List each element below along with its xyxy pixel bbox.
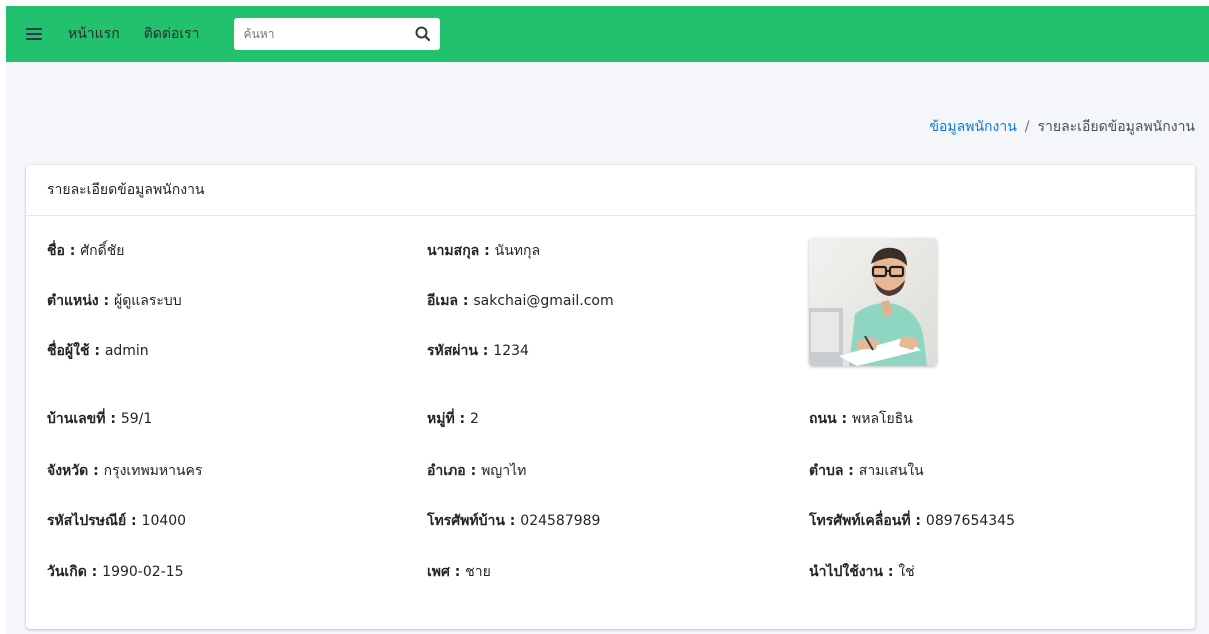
field-active: นำไปใช้งาน : ใช่	[809, 561, 915, 583]
field-value: 1234	[493, 343, 529, 359]
employee-detail-card: รายละเอียดข้อมูลพนักงาน ชื่อ : ศักดิ์ชัย…	[26, 165, 1195, 629]
field-label: นามสกุล	[427, 243, 480, 259]
field-label: รหัสผ่าน	[427, 343, 478, 359]
field-label: โทรศัพท์บ้าน	[427, 513, 505, 529]
field-colon: :	[88, 463, 104, 479]
top-navbar: หน้าแรก ติดต่อเรา	[6, 6, 1209, 62]
field-value: admin	[104, 343, 149, 359]
field-birthdate: วันเกิด : 1990-02-15	[47, 561, 184, 583]
field-value: ศักดิ์ชัย	[80, 243, 125, 259]
field-colon: :	[882, 564, 899, 580]
field-colon: :	[479, 243, 495, 259]
field-subdistrict: ตำบล : สามเสนใน	[809, 460, 924, 482]
field-label: หมู่ที่	[427, 411, 455, 427]
field-label: ถนน	[809, 411, 837, 427]
field-colon: :	[64, 243, 81, 259]
field-label: อีเมล	[427, 293, 459, 309]
field-home-phone: โทรศัพท์บ้าน : 024587989	[427, 510, 600, 532]
field-username: ชื่อผู้ใช้ : admin	[47, 340, 149, 362]
page-background: หน้าแรก ติดต่อเรา ข้อมูลพนักงาน / รายละเ…	[6, 6, 1209, 634]
field-label: ชื่อ	[47, 243, 65, 259]
field-value: ผู้ดูแลระบบ	[113, 293, 182, 309]
field-email: อีเมล : sakchai@gmail.com	[427, 290, 614, 312]
field-colon: :	[98, 293, 114, 309]
breadcrumb-separator: /	[1024, 119, 1030, 135]
field-moo: หมู่ที่ : 2	[427, 408, 479, 430]
field-colon: :	[89, 343, 105, 359]
card-title: รายละเอียดข้อมูลพนักงาน	[26, 165, 1195, 216]
field-position: ตำแหน่ง : ผู้ดูแลระบบ	[47, 290, 182, 312]
field-colon: :	[126, 513, 142, 529]
field-colon: :	[449, 564, 466, 580]
field-district: อำเภอ : พญาไท	[427, 460, 526, 482]
field-label: นำไปใช้งาน	[809, 564, 883, 580]
field-value: 0897654345	[925, 513, 1015, 529]
search-icon[interactable]	[414, 25, 432, 43]
field-label: วันเกิด	[47, 564, 87, 580]
field-colon: :	[477, 343, 494, 359]
field-value: 2	[470, 411, 479, 427]
field-province: จังหวัด : กรุงเทพมหานคร	[47, 460, 202, 482]
field-label: เพศ	[427, 564, 450, 580]
search-box	[233, 18, 440, 50]
field-value: นันทกุล	[494, 243, 541, 259]
field-road: ถนน : พหลโยธิน	[809, 408, 913, 430]
field-label: จังหวัด	[47, 463, 89, 479]
field-value: ชาย	[465, 564, 491, 580]
field-colon: :	[465, 463, 482, 479]
field-mobile: โทรศัพท์เคลื่อนที่ : 0897654345	[809, 510, 1015, 532]
field-label: โทรศัพท์เคลื่อนที่	[809, 513, 911, 529]
search-input[interactable]	[233, 19, 404, 49]
field-first-name: ชื่อ : ศักดิ์ชัย	[47, 240, 124, 262]
field-value: 59/1	[120, 411, 153, 427]
field-label: ตำแหน่ง	[47, 293, 99, 309]
field-value: กรุงเทพมหานคร	[103, 463, 203, 479]
field-colon: :	[910, 513, 926, 529]
field-colon: :	[454, 411, 471, 427]
menu-toggle-icon[interactable]	[26, 28, 42, 40]
field-label: บ้านเลขที่	[47, 411, 106, 427]
field-label: รหัสไปรษณีย์	[47, 513, 127, 529]
field-gender: เพศ : ชาย	[427, 561, 491, 583]
field-colon: :	[105, 411, 121, 427]
employee-photo	[809, 238, 937, 366]
field-label: ตำบล	[809, 463, 844, 479]
field-colon: :	[836, 411, 852, 427]
field-value: 024587989	[520, 513, 601, 529]
breadcrumb: ข้อมูลพนักงาน / รายละเอียดข้อมูลพนักงาน	[929, 116, 1195, 138]
field-colon: :	[504, 513, 521, 529]
breadcrumb-link-employees[interactable]: ข้อมูลพนักงาน	[929, 116, 1016, 138]
field-value: พหลโยธิน	[851, 411, 913, 427]
field-value: sakchai@gmail.com	[473, 293, 614, 309]
field-password: รหัสผ่าน : 1234	[427, 340, 529, 362]
field-colon: :	[458, 293, 474, 309]
breadcrumb-current: รายละเอียดข้อมูลพนักงาน	[1037, 119, 1196, 135]
field-house-no: บ้านเลขที่ : 59/1	[47, 408, 152, 430]
nav-link-contact[interactable]: ติดต่อเรา	[144, 23, 200, 45]
field-value: สามเสนใน	[858, 463, 924, 479]
field-label: อำเภอ	[427, 463, 466, 479]
nav-link-home[interactable]: หน้าแรก	[68, 23, 120, 45]
field-colon: :	[86, 564, 103, 580]
field-last-name: นามสกุล : นันทกุล	[427, 240, 540, 262]
field-value: 1990-02-15	[102, 564, 184, 580]
field-value: 10400	[141, 513, 187, 529]
field-postcode: รหัสไปรษณีย์ : 10400	[47, 510, 186, 532]
field-colon: :	[843, 463, 859, 479]
field-value: ใช่	[898, 564, 915, 580]
field-label: ชื่อผู้ใช้	[47, 343, 90, 359]
field-value: พญาไท	[481, 463, 527, 479]
